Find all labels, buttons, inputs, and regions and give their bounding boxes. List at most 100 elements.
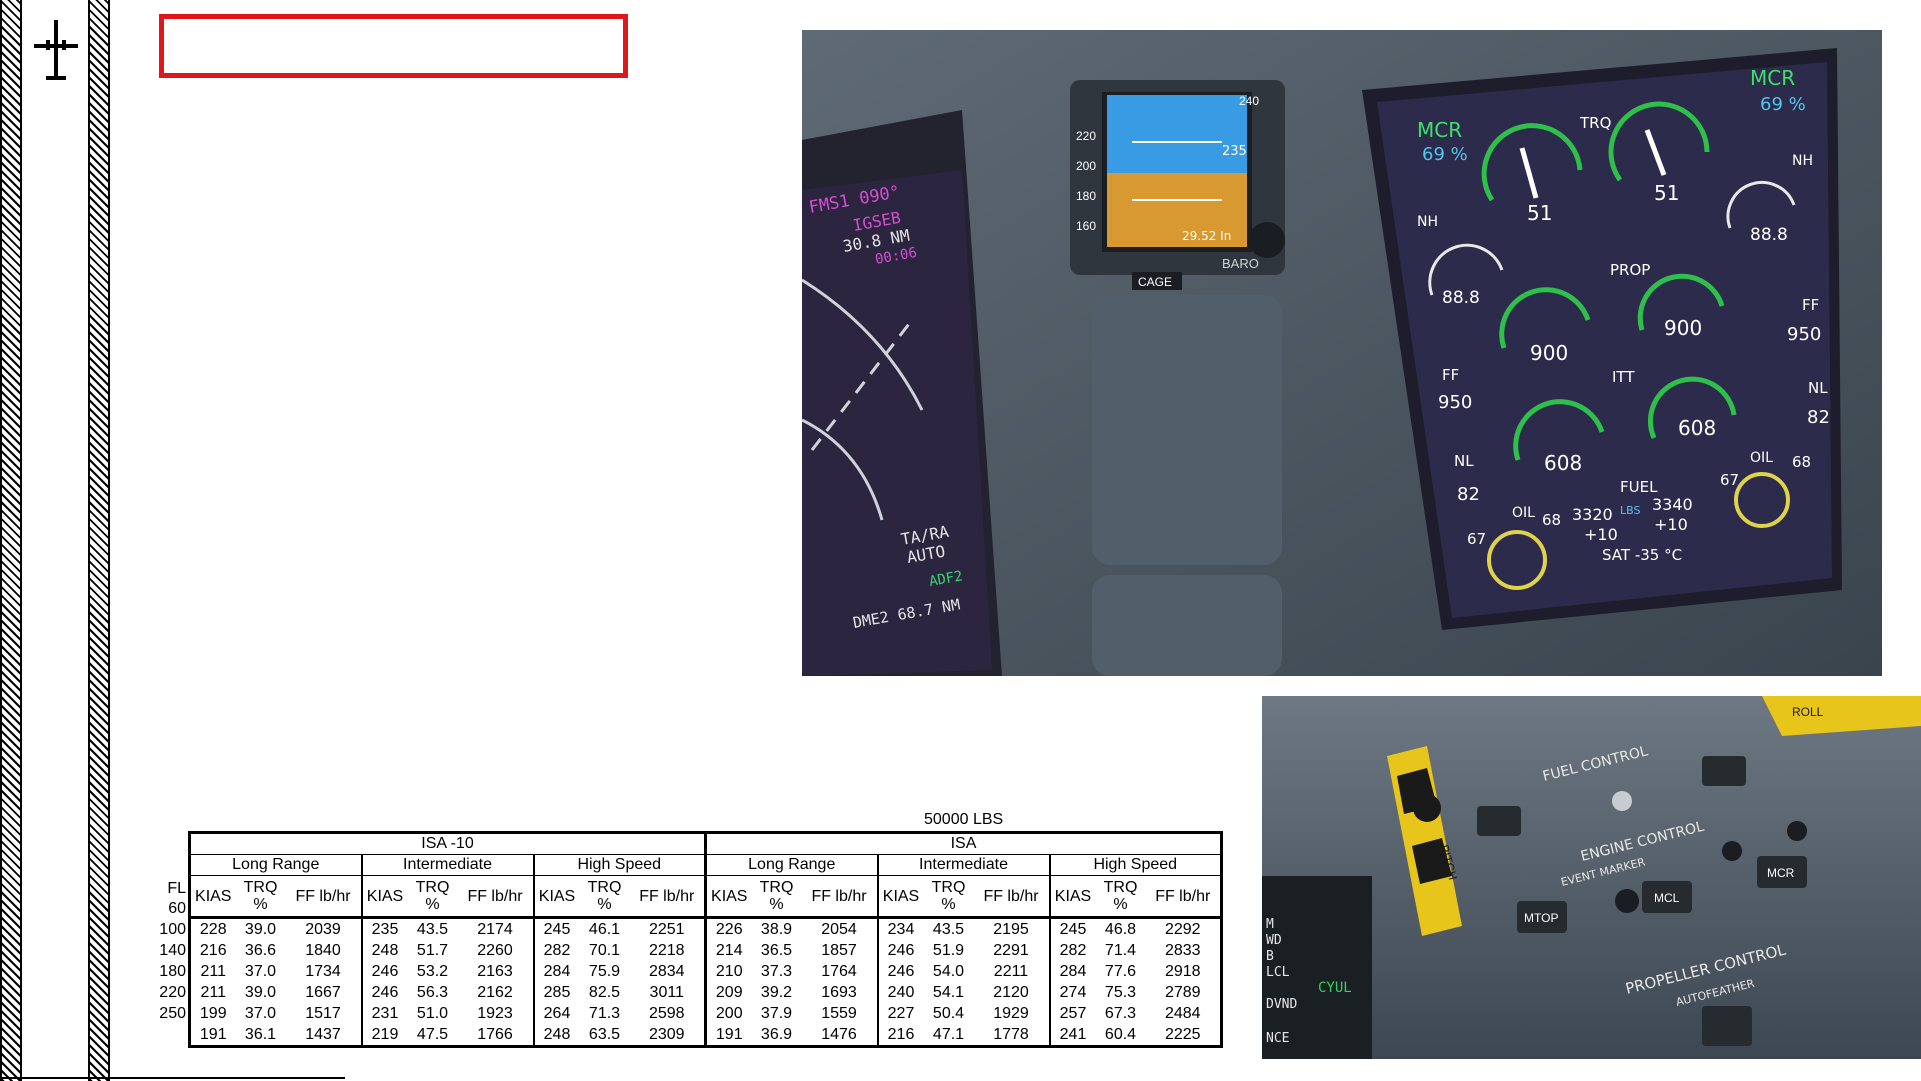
table-cell: 2251 <box>648 920 685 938</box>
ed-mcr-left: MCR <box>1417 118 1462 142</box>
table-cell: 2292 <box>1145 917 1223 940</box>
ed-oil-right-psi: 68 <box>1792 453 1811 471</box>
ed-fuel-unit: LBS <box>1620 504 1640 517</box>
table-cell: 248 <box>360 940 408 961</box>
table-cell: 2834 <box>648 962 685 980</box>
mcr-button-label: MCR <box>1767 866 1795 880</box>
table-cell: 54.0 <box>932 962 965 980</box>
column-header-kias: KIAS <box>876 875 924 919</box>
table-cell: 228 <box>188 917 236 940</box>
attitude-speed-tick-1: 220 <box>1076 129 1096 143</box>
ed-oil-right-label: OIL <box>1750 450 1773 466</box>
regime-header: High Speed <box>532 854 706 876</box>
table-cell: 246 <box>876 961 924 982</box>
table-cell: 191 <box>188 1024 236 1048</box>
table-cell: 38.9 <box>760 920 793 938</box>
regime-header: Long Range <box>704 854 878 876</box>
trq-label: TRQ <box>415 879 450 896</box>
table-cell: 2291 <box>993 941 1029 959</box>
table-cell: 2789 <box>1145 982 1223 1003</box>
column-header-trq: TRQ% <box>235 875 286 919</box>
table-cell: 71.3 <box>588 1004 621 1022</box>
table-cell: 1929 <box>993 1004 1029 1022</box>
fl-row-label: 180 <box>159 963 186 980</box>
column-header-kias: KIAS <box>1048 875 1096 919</box>
ed-mcr-right: MCR <box>1750 66 1795 90</box>
regime-header: Intermediate <box>876 854 1050 876</box>
ed-itt-left: 608 <box>1544 451 1582 475</box>
table-row: 199 37.0 1517 231 51.0 1923 264 71.3 2598 200 37.9… <box>188 1003 1223 1024</box>
trq-unit: % <box>1113 896 1128 913</box>
table-cell: 51.7 <box>416 941 449 959</box>
ed-nl-right: 82 <box>1807 407 1830 428</box>
table-cell: 246 <box>876 940 924 961</box>
table-cell: 37.0 <box>244 1004 277 1022</box>
trq-label: TRQ <box>931 879 966 896</box>
table-cell: 1559 <box>821 1004 857 1022</box>
table-cell: 1437 <box>285 1024 362 1048</box>
ed-pct-left: 69 % <box>1422 144 1468 165</box>
ed-oil-right-temp: 67 <box>1720 471 1739 489</box>
table-cell: 1667 <box>305 983 341 1001</box>
table-cell: 37.9 <box>760 1004 793 1022</box>
table-cell: 2833 <box>1145 940 1223 961</box>
column-header-kias: KIAS <box>704 875 752 919</box>
table-cell: 67.3 <box>1104 1004 1137 1022</box>
table-cell: 1778 <box>973 1024 1050 1048</box>
table-cell: 2225 <box>1145 1024 1223 1048</box>
table-cell: 231 <box>360 1003 408 1024</box>
ed-oil-left-psi: 68 <box>1542 511 1561 529</box>
table-cell: 56.3 <box>416 983 449 1001</box>
table-cell: 37.0 <box>244 962 277 980</box>
table-cell: 1517 <box>305 1004 341 1022</box>
ed-sat: SAT -35 °C <box>1602 546 1682 564</box>
table-cell: 60.4 <box>1095 1024 1146 1048</box>
table-cell: 2260 <box>477 941 513 959</box>
table-cell: 2162 <box>477 983 513 1001</box>
trq-unit: % <box>253 896 268 913</box>
svg-text:B: B <box>1266 949 1274 964</box>
airplane-logo-icon <box>34 20 78 80</box>
table-cell: 2598 <box>648 1004 685 1022</box>
trq-label: TRQ <box>759 879 794 896</box>
table-cell: 47.5 <box>407 1024 458 1048</box>
table-cell: 36.5 <box>760 941 793 959</box>
table-cell: 216 <box>188 940 236 961</box>
table-cell: 2039 <box>305 920 341 938</box>
column-header-ff: FF lb/hr <box>629 875 706 919</box>
table-cell: 241 <box>1048 1024 1096 1048</box>
table-cell: 235 <box>360 917 408 940</box>
trq-label: TRQ <box>243 879 278 896</box>
column-header-trq: TRQ% <box>923 875 974 919</box>
svg-text:WD: WD <box>1266 933 1282 948</box>
table-cell: 1857 <box>821 941 857 959</box>
table-cell: 77.6 <box>1104 962 1137 980</box>
ed-pct-right: 69 % <box>1760 94 1806 115</box>
table-cell: 50.4 <box>932 1004 965 1022</box>
table-cell: 211 <box>188 961 236 982</box>
baro-knob-label: BARO <box>1222 256 1259 271</box>
table-cell: 36.1 <box>235 1024 286 1048</box>
ed-fuel-label: FUEL <box>1620 478 1658 496</box>
ed-ff-right: 950 <box>1787 324 1821 345</box>
ed-nh-left: 88.8 <box>1442 288 1480 308</box>
table-cell: 200 <box>704 1003 752 1024</box>
table-cell: 219 <box>360 1024 408 1048</box>
ed-trq-left: 51 <box>1527 201 1552 225</box>
table-cell: 226 <box>704 917 752 940</box>
table-cell: 282 <box>532 940 580 961</box>
fl-row-label: 140 <box>159 942 186 959</box>
attitude-baro-value: 29.52 In <box>1182 229 1231 243</box>
ed-nl-right-label: NL <box>1808 379 1828 397</box>
roll-label: ROLL <box>1792 705 1824 719</box>
mtop-button-label: MTOP <box>1524 911 1558 925</box>
table-cell: 2195 <box>993 920 1029 938</box>
regime-header: Long Range <box>188 854 362 876</box>
attitude-speed-tick-3: 180 <box>1076 189 1096 203</box>
table-cell: 43.5 <box>932 920 965 938</box>
table-cell: 282 <box>1048 940 1096 961</box>
table-cell: 199 <box>188 1003 236 1024</box>
column-header-kias: KIAS <box>532 875 580 919</box>
ed-ff-right-label: FF <box>1802 296 1819 314</box>
table-cell: 284 <box>1048 961 1096 982</box>
